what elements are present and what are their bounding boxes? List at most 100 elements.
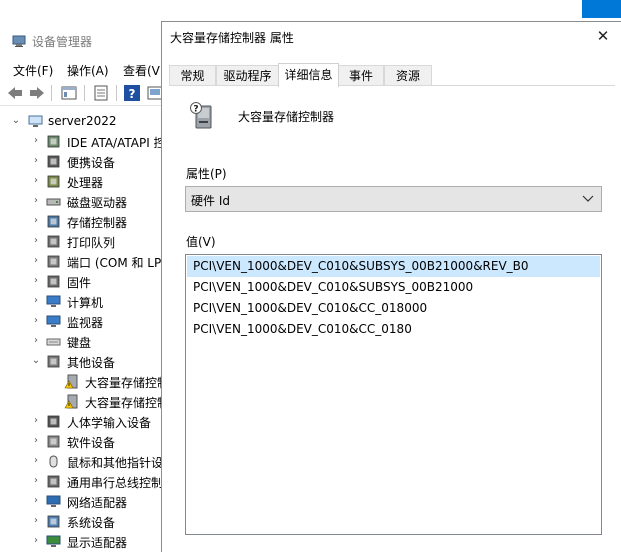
menu-file[interactable]: 文件(F): [13, 62, 53, 79]
tree-item-label: 人体学输入设备: [67, 416, 152, 430]
value-row[interactable]: PCI\VEN_1000&DEV_C010&CC_018000: [187, 298, 600, 319]
chevron-right-icon[interactable]: ›: [31, 195, 41, 207]
chevron-right-icon[interactable]: ›: [31, 415, 41, 427]
value-row[interactable]: PCI\VEN_1000&DEV_C010&SUBSYS_00B21000&RE…: [187, 256, 600, 277]
tree-item-label: 计算机: [67, 296, 104, 310]
tree-category-item[interactable]: › 网络适配器: [0, 492, 168, 512]
help-icon[interactable]: ?: [123, 84, 141, 102]
printer-icon: [47, 235, 60, 248]
forward-arrow-icon[interactable]: [28, 84, 46, 102]
tree-item-label: IDE ATA/ATAPI 控: [67, 136, 166, 150]
firmware-icon: [47, 275, 60, 288]
chevron-down-icon[interactable]: ⌄: [11, 115, 21, 127]
chevron-right-icon[interactable]: ›: [31, 475, 41, 487]
show-hide-console-icon[interactable]: [60, 84, 78, 102]
property-selected-value: 硬件 Id: [191, 194, 230, 208]
toolbar-separator: [84, 85, 85, 101]
tree-item-label: 系统设备: [67, 516, 116, 530]
tab-general[interactable]: 常规: [169, 65, 216, 86]
properties-dialog: 大容量存储控制器 属性 ✕ 常规 驱动程序 详细信息 事件 资源 ? 大容量存储…: [161, 21, 621, 555]
warning-device-icon: [64, 374, 78, 389]
chevron-right-icon[interactable]: ›: [31, 495, 41, 507]
tree-category-item[interactable]: › 便携设备: [0, 152, 168, 172]
system-device-icon: [47, 515, 60, 528]
tree-item-label: 网络适配器: [67, 496, 128, 510]
accent-strip: [582, 0, 621, 18]
keyboard-icon: [46, 338, 61, 346]
chevron-right-icon[interactable]: ›: [31, 275, 41, 287]
tree-item-label: 鼠标和其他指针设: [67, 456, 164, 470]
menu-view[interactable]: 查看(V: [123, 62, 160, 79]
tab-driver[interactable]: 驱动程序: [216, 65, 279, 86]
chevron-right-icon[interactable]: ›: [31, 435, 41, 447]
back-arrow-icon[interactable]: [6, 84, 24, 102]
chevron-down-icon: [582, 195, 594, 202]
chevron-right-icon[interactable]: ›: [31, 335, 41, 347]
tree-category-item[interactable]: › IDE ATA/ATAPI 控: [0, 132, 168, 152]
other-devices-icon: [47, 355, 60, 368]
tree-category-item[interactable]: › 固件: [0, 272, 168, 292]
chevron-right-icon[interactable]: ›: [31, 315, 41, 327]
warning-device-icon: [64, 394, 78, 409]
chevron-right-icon[interactable]: ›: [31, 175, 41, 187]
properties-icon[interactable]: [92, 84, 110, 102]
window-top-strip: [0, 0, 621, 18]
disk-drive-icon: [46, 198, 61, 206]
tab-resources[interactable]: 资源: [384, 65, 432, 86]
tree-category-item[interactable]: › 处理器: [0, 172, 168, 192]
tree-item-label: 打印队列: [67, 236, 116, 250]
processor-icon: [47, 175, 60, 188]
tree-category-item[interactable]: › 鼠标和其他指针设: [0, 452, 168, 472]
tree-category-item[interactable]: › 监视器: [0, 312, 168, 332]
tree-child-item[interactable]: 大容量存储控制器: [0, 392, 168, 412]
value-row[interactable]: PCI\VEN_1000&DEV_C010&CC_0180: [187, 319, 600, 340]
display-adapter-icon: [46, 535, 61, 547]
tree-root[interactable]: ⌄ server2022: [0, 112, 168, 132]
tree-category-item[interactable]: › 存储控制器: [0, 212, 168, 232]
tree-category-item[interactable]: › 通用串行总线控制: [0, 472, 168, 492]
tree-root-label: server2022: [48, 114, 117, 128]
tree-category-item[interactable]: › 端口 (COM 和 LP: [0, 252, 168, 272]
tree-item-label: 固件: [67, 276, 92, 290]
tree-category-item[interactable]: › 键盘: [0, 332, 168, 352]
tree-item-label: 磁盘驱动器: [67, 196, 128, 210]
chevron-right-icon[interactable]: ›: [31, 235, 41, 247]
value-row[interactable]: PCI\VEN_1000&DEV_C010&SUBSYS_00B21000: [187, 277, 600, 298]
chevron-right-icon[interactable]: ›: [31, 295, 41, 307]
tree-category-item[interactable]: › 打印队列: [0, 232, 168, 252]
toolbar: ?: [0, 80, 170, 106]
monitor-icon: [46, 315, 61, 327]
computer-icon: [46, 295, 61, 307]
tree-item-label: 存储控制器: [67, 216, 128, 230]
tab-events[interactable]: 事件: [338, 65, 384, 86]
tree-item-label: 显示适配器: [67, 536, 128, 550]
tree-item-label: 便携设备: [67, 156, 116, 170]
property-dropdown[interactable]: 硬件 Id: [185, 186, 602, 212]
tree-category-item[interactable]: › 磁盘驱动器: [0, 192, 168, 212]
tree-category-item[interactable]: › 软件设备: [0, 432, 168, 452]
chevron-right-icon[interactable]: ›: [31, 155, 41, 167]
tab-strip: 常规 驱动程序 详细信息 事件 资源: [169, 63, 615, 87]
tree-item-label: 处理器: [67, 176, 104, 190]
chevron-right-icon[interactable]: ›: [31, 515, 41, 527]
hid-icon: [47, 415, 60, 428]
chevron-right-icon[interactable]: ›: [31, 535, 41, 547]
chevron-right-icon[interactable]: ›: [31, 215, 41, 227]
portable-device-icon: [47, 155, 60, 168]
tree-child-item[interactable]: 大容量存储控制器: [0, 372, 168, 392]
tree-category-item[interactable]: ⌄ 其他设备: [0, 352, 168, 372]
chevron-down-icon[interactable]: ⌄: [31, 355, 41, 367]
tree-category-item[interactable]: › 显示适配器: [0, 532, 168, 552]
tree-category-item[interactable]: › 系统设备: [0, 512, 168, 532]
tree-item-label: 键盘: [67, 336, 92, 350]
value-listbox[interactable]: PCI\VEN_1000&DEV_C010&SUBSYS_00B21000&RE…: [185, 254, 602, 535]
chevron-right-icon[interactable]: ›: [31, 135, 41, 147]
tab-details[interactable]: 详细信息: [278, 63, 339, 87]
tree-category-item[interactable]: › 计算机: [0, 292, 168, 312]
tree-category-item[interactable]: › 人体学输入设备: [0, 412, 168, 432]
close-icon[interactable]: ✕: [593, 26, 613, 46]
menu-action[interactable]: 操作(A): [67, 62, 109, 79]
chevron-right-icon[interactable]: ›: [31, 255, 41, 267]
chevron-right-icon[interactable]: ›: [31, 455, 41, 467]
dialog-title: 大容量存储控制器 属性: [170, 31, 294, 45]
